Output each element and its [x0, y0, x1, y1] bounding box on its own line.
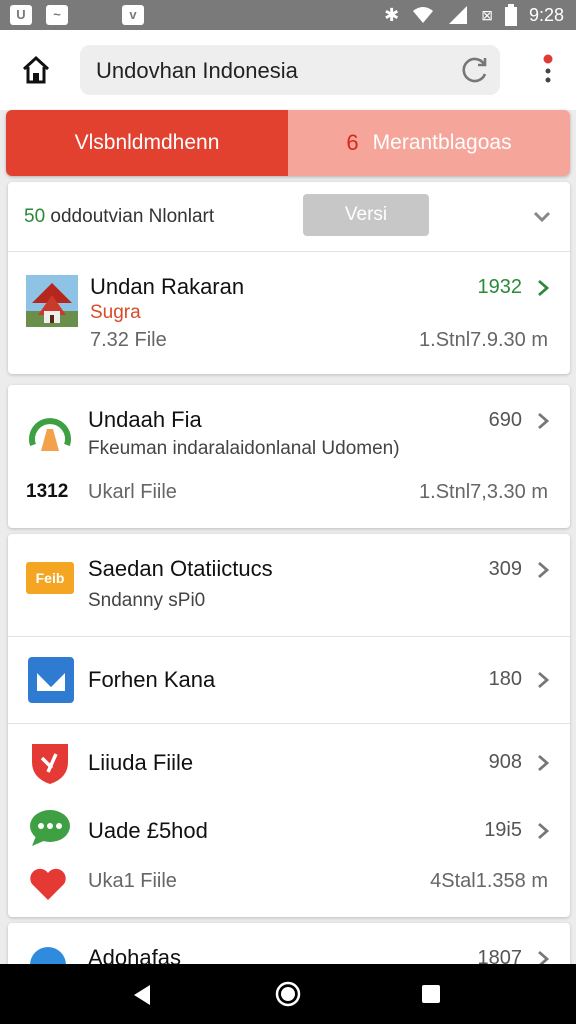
chevron-right-icon — [538, 412, 550, 430]
tab-bar: Vlsbnldmdhenn 6 Merantblagoas — [6, 110, 570, 176]
list-item[interactable]: Feib Saedan Otatiictucs Sndanny sPi0 309 — [8, 534, 570, 636]
item-subtitle: Sugra — [90, 302, 141, 323]
list-item[interactable]: Forhen Kana 180 — [8, 637, 570, 723]
item-number: 1932 — [477, 276, 523, 298]
item-meta: 7.32 File — [90, 329, 167, 351]
chevron-right-icon — [538, 671, 550, 689]
chevron-right-icon — [538, 279, 550, 297]
filter-row: 50 oddoutvian Nlonlart Versi — [8, 182, 570, 252]
item-number: 309 — [488, 558, 522, 580]
bird-notification-icon: v — [122, 5, 144, 25]
list-item[interactable]: Uka1 Fiile 4Stal1.358 m — [8, 860, 570, 917]
wifi-icon — [413, 7, 434, 23]
home-icon[interactable] — [18, 52, 54, 88]
item-badge: 1312 — [26, 481, 69, 502]
tab-second[interactable]: 6 Merantblagoas — [288, 110, 570, 176]
list-card: Feib Saedan Otatiictucs Sndanny sPi0 309… — [8, 534, 570, 917]
item-number: 908 — [488, 751, 522, 773]
data-icon: ⊠ — [481, 6, 493, 23]
tab-first[interactable]: Vlsbnldmdhenn — [6, 110, 288, 176]
item-number: 690 — [488, 409, 522, 431]
tab-second-label: Merantblagoas — [372, 131, 512, 154]
item-size: 4Stal1.358 m — [430, 870, 548, 892]
item-size: 1.Stnl7,3.30 m — [419, 481, 548, 503]
results-card: 50 oddoutvian Nlonlart Versi Undan Rakar… — [8, 182, 570, 374]
recents-icon[interactable] — [420, 983, 442, 1005]
signal-icon — [449, 6, 468, 24]
item-icon: Feib — [26, 562, 74, 594]
list-item[interactable]: Liiuda Fiile 908 — [8, 724, 570, 794]
temple-thumbnail-icon — [26, 275, 78, 327]
home-nav-icon[interactable] — [274, 980, 302, 1008]
tab-second-count: 6 — [346, 130, 359, 155]
filter-count: 50 — [24, 206, 46, 227]
item-subtitle: Fkeuman indaralaidonlanal Udomen) — [88, 438, 400, 459]
item-title: Uade £5hod — [88, 818, 208, 843]
item-subtitle: Sndanny sPi0 — [88, 590, 206, 611]
battery-icon — [504, 4, 517, 26]
search-bar[interactable]: Undovhan Indonesia — [80, 45, 500, 95]
vibrate-icon: ✱ — [384, 4, 400, 25]
item-size: 1.Stnl7.9.30 m — [419, 329, 548, 351]
list-item[interactable]: Undan Rakaran Sugra 7.32 File 1932 1.Stn… — [8, 252, 570, 374]
item-title: Saedan Otatiictucs — [88, 556, 273, 581]
reload-icon[interactable] — [460, 55, 490, 85]
version-button[interactable]: Versi — [303, 194, 429, 236]
item-title: Undaah Fia — [88, 407, 202, 432]
status-time: 9:28 — [528, 4, 564, 25]
tab-first-label: Vlsbnldmdhenn — [74, 131, 220, 154]
filter-text: oddoutvian Nlonlart — [50, 206, 215, 227]
item-meta: Uka1 Fiile — [88, 870, 177, 892]
chevron-right-icon — [538, 822, 550, 840]
heart-icon — [30, 868, 66, 900]
item-number: 19i5 — [484, 819, 522, 841]
status-system: ✱ ⊠ 9:28 — [384, 4, 564, 26]
chevron-right-icon — [538, 754, 550, 772]
item-title: Undan Rakaran — [90, 274, 245, 299]
list-item[interactable]: Uade £5hod 19i5 — [8, 794, 570, 860]
overflow-menu-icon[interactable] — [540, 52, 556, 88]
notification-icon: U — [10, 5, 32, 25]
list-item-card[interactable]: Undaah Fia Fkeuman indaralaidonlanal Udo… — [8, 385, 570, 528]
mail-icon — [28, 657, 74, 703]
item-title: Liiuda Fiile — [88, 750, 194, 775]
item-meta: Ukarl Fiile — [88, 481, 177, 503]
item-number: 180 — [488, 668, 522, 690]
status-notifications: U ~ v — [10, 5, 144, 25]
chevron-down-icon[interactable] — [532, 206, 552, 226]
search-input[interactable]: Undovhan Indonesia — [96, 58, 298, 84]
shield-icon — [32, 744, 68, 784]
back-icon[interactable] — [130, 982, 156, 1008]
app-bar: Undovhan Indonesia — [0, 30, 576, 110]
status-bar: U ~ v ✱ ⊠ 9:28 — [0, 0, 576, 30]
green-arc-icon — [29, 418, 71, 451]
navigation-bar — [0, 964, 576, 1024]
filter-label: 50 oddoutvian Nlonlart — [24, 206, 214, 228]
image-notification-icon: ~ — [46, 5, 68, 25]
chat-icon — [30, 810, 70, 846]
item-title: Forhen Kana — [88, 667, 216, 692]
chevron-right-icon — [538, 561, 550, 579]
